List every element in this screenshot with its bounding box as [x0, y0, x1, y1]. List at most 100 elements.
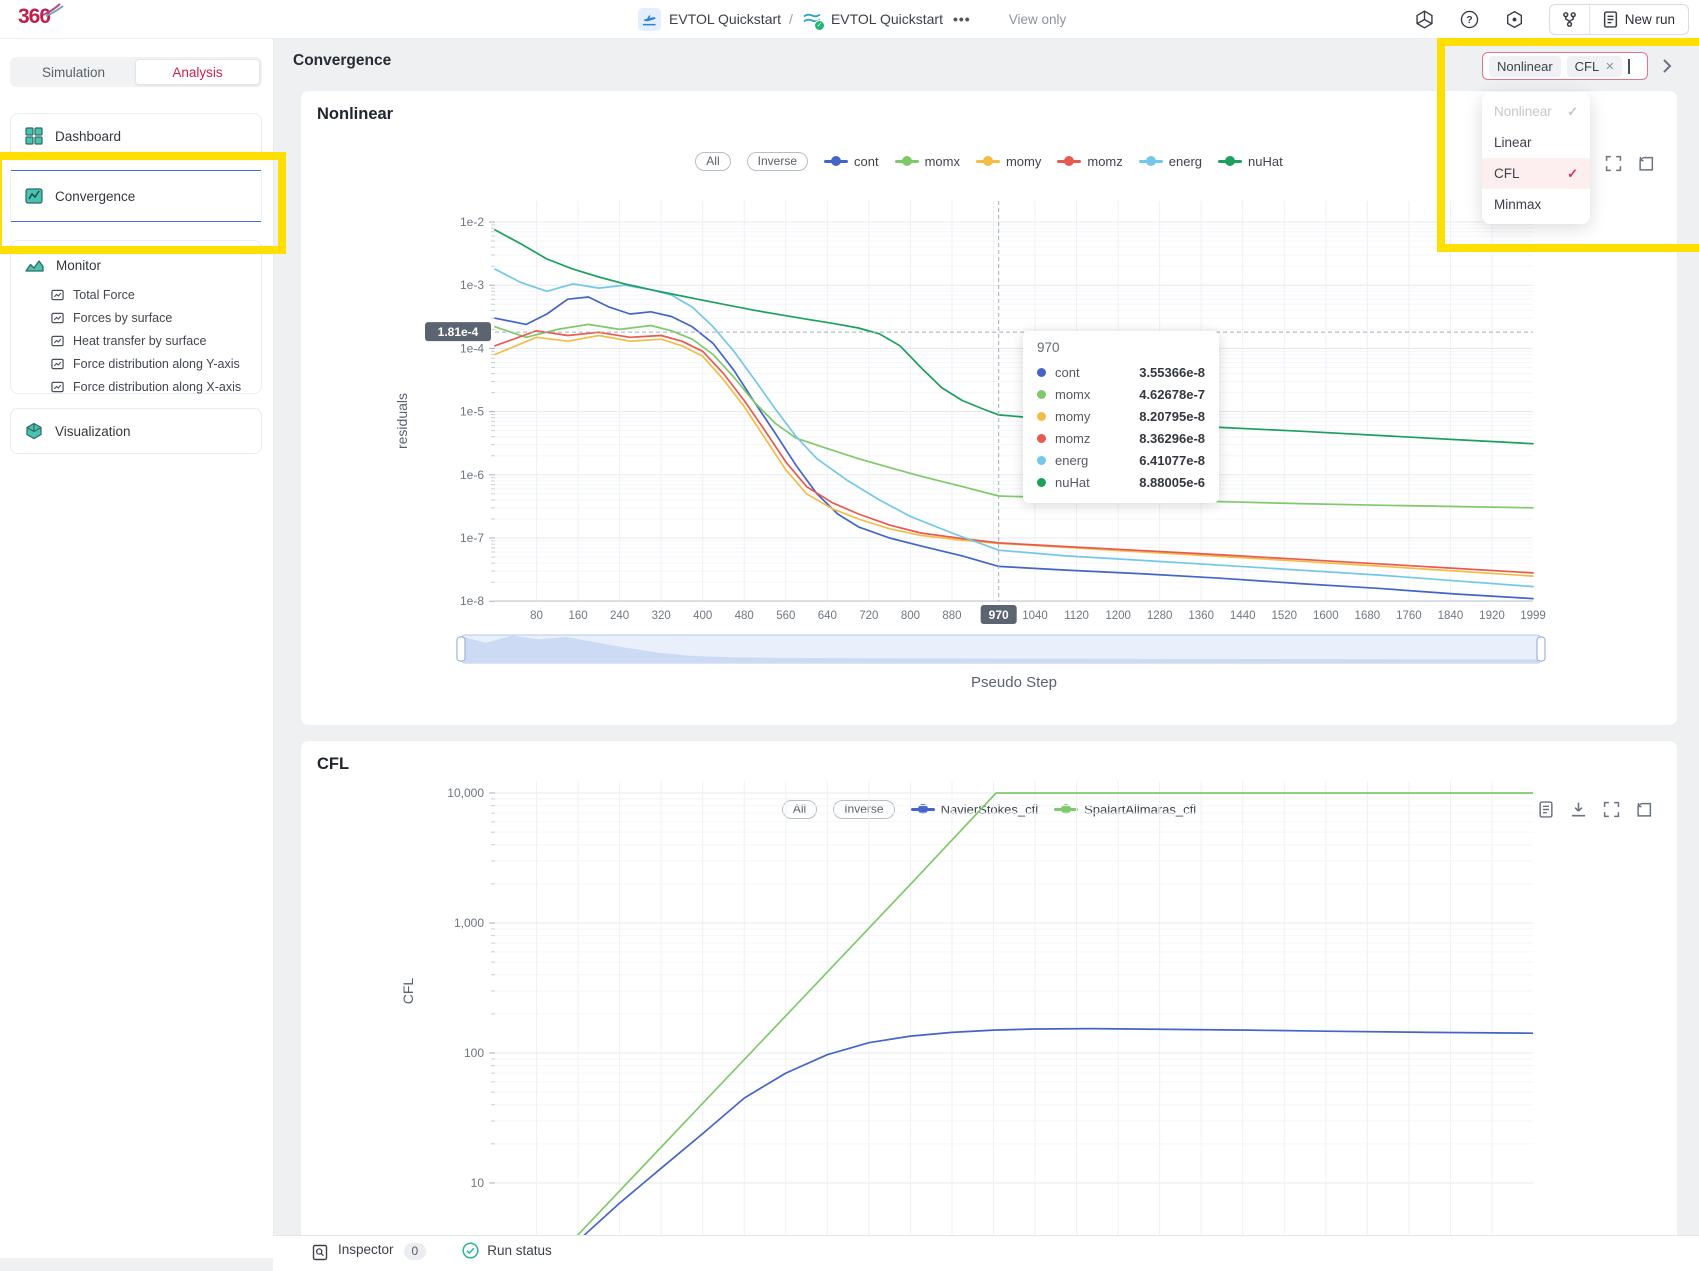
- series-dot-icon: [1037, 478, 1046, 487]
- breadcrumb: EVTOL Quickstart / ✓ EVTOL Quickstart ••…: [638, 0, 1066, 38]
- svg-text:1e-2: 1e-2: [460, 215, 484, 229]
- chart-type-tag[interactable]: CFL✕: [1567, 56, 1623, 77]
- tooltip-series-value: 4.62678e-7: [1139, 387, 1205, 402]
- series-dot-icon: [1037, 368, 1046, 377]
- svg-text:1360: 1360: [1188, 610, 1214, 622]
- menu-item-linear[interactable]: Linear: [1482, 127, 1590, 158]
- tooltip-series-value: 3.55366e-8: [1139, 365, 1205, 380]
- svg-text:CFL: CFL: [400, 978, 416, 1005]
- tooltip-series-value: 8.20795e-8: [1139, 409, 1205, 424]
- sidebar-item-label: Monitor: [56, 258, 101, 273]
- svg-text:1.81e-4: 1.81e-4: [438, 325, 479, 339]
- sidebar-item-monitor-sub[interactable]: Total Force: [11, 283, 261, 306]
- sidebar-item-monitor[interactable]: Monitor: [11, 241, 261, 283]
- tab-analysis[interactable]: Analysis: [135, 59, 260, 85]
- new-run-label: New run: [1625, 12, 1675, 27]
- sidebar-item-label: Visualization: [55, 424, 131, 439]
- remove-tag-icon[interactable]: ✕: [1605, 60, 1614, 73]
- dashboard-icon: [25, 127, 43, 145]
- breadcrumb-more-icon[interactable]: •••: [953, 11, 971, 27]
- new-run-button[interactable]: New run: [1590, 11, 1688, 28]
- sidebar-item-monitor-sub[interactable]: Force distribution along Y-axis: [11, 352, 261, 375]
- x-range-slider[interactable]: [457, 635, 1545, 663]
- settings-icon[interactable]: [1504, 9, 1525, 30]
- sidebar-card-visualization: Visualization: [10, 408, 262, 454]
- tooltip-series-name: momx: [1055, 387, 1090, 402]
- sidebar-item-label: Dashboard: [55, 129, 121, 144]
- sidebar-item-label: Convergence: [55, 189, 135, 204]
- svg-text:1e-8: 1e-8: [460, 594, 484, 608]
- series-dot-icon: [1037, 434, 1046, 443]
- run-status[interactable]: Run status: [462, 1242, 552, 1259]
- tooltip-series-name: momy: [1055, 409, 1090, 424]
- page-title: Convergence: [293, 52, 391, 70]
- svg-text:1840: 1840: [1438, 610, 1464, 622]
- svg-text:320: 320: [652, 610, 671, 622]
- svg-text:1520: 1520: [1271, 610, 1297, 622]
- series-dot-icon: [1037, 412, 1046, 421]
- run-waves-icon[interactable]: ✓: [801, 8, 823, 30]
- model-cube-icon[interactable]: [1414, 9, 1435, 30]
- svg-text:1440: 1440: [1230, 610, 1256, 622]
- sidebar-item-monitor-sub[interactable]: Force distribution along X-axis: [11, 375, 261, 398]
- sidebar-card-monitor: Monitor Total Force Forces by surface Heat…: [10, 240, 262, 394]
- sidebar-item-monitor-sub[interactable]: Heat transfer by surface: [11, 329, 261, 352]
- tooltip-series-value: 8.88005e-6: [1139, 475, 1205, 490]
- sidebar-item-label: Heat transfer by surface: [73, 334, 206, 348]
- sidebar-item-label: Forces by surface: [73, 311, 172, 325]
- document-icon: [1603, 11, 1618, 28]
- svg-text:10,000: 10,000: [447, 786, 484, 800]
- tooltip-series-name: nuHat: [1055, 475, 1090, 490]
- tooltip-row: cont3.55366e-8: [1037, 361, 1205, 383]
- svg-text:1e-6: 1e-6: [460, 468, 484, 482]
- svg-text:residuals: residuals: [394, 393, 410, 449]
- chart-type-tag[interactable]: Nonlinear: [1489, 56, 1561, 77]
- mini-chart-icon: [51, 289, 64, 301]
- sidebar-card-convergence: Convergence: [10, 170, 262, 222]
- svg-text:560: 560: [776, 610, 795, 622]
- tooltip-series-value: 6.41077e-8: [1139, 453, 1205, 468]
- menu-item-nonlinear[interactable]: Nonlinear✓: [1482, 96, 1590, 127]
- inspector-label[interactable]: Inspector: [338, 1242, 394, 1257]
- tag-label: Nonlinear: [1497, 59, 1553, 74]
- breadcrumb-run[interactable]: EVTOL Quickstart: [831, 11, 943, 27]
- monitor-icon: [25, 258, 44, 273]
- topbar-actions: ? New run: [1414, 0, 1689, 38]
- sidebar-card-dashboard: Dashboard: [10, 113, 262, 159]
- svg-text:1920: 1920: [1479, 610, 1505, 622]
- sidebar-item-label: Force distribution along Y-axis: [73, 357, 240, 371]
- text-cursor: [1628, 59, 1630, 74]
- svg-text:480: 480: [735, 610, 754, 622]
- slider-handle-right[interactable]: [1537, 637, 1545, 661]
- tab-simulation[interactable]: Simulation: [12, 59, 135, 85]
- sidebar-item-monitor-sub[interactable]: Forces by surface: [11, 306, 261, 329]
- svg-text:400: 400: [693, 610, 712, 622]
- svg-text:1e-5: 1e-5: [460, 405, 484, 419]
- slider-handle-left[interactable]: [457, 637, 465, 661]
- sidebar-item-visualization[interactable]: Visualization: [11, 409, 261, 453]
- fork-run-button[interactable]: [1550, 5, 1590, 34]
- nonlinear-chart[interactable]: 1e-21e-31e-41e-51e-61e-71e-8801602403204…: [301, 91, 1677, 725]
- project-plane-icon[interactable]: [638, 8, 661, 31]
- tooltip-row: nuHat 8.88005e-6: [1037, 471, 1205, 493]
- svg-text:240: 240: [610, 610, 629, 622]
- svg-text:1e-3: 1e-3: [460, 278, 484, 292]
- app-logo[interactable]: 360: [18, 5, 50, 29]
- collapse-panel-chevron-icon[interactable]: [1660, 57, 1674, 75]
- breadcrumb-project[interactable]: EVTOL Quickstart: [669, 11, 781, 27]
- check-icon: ✓: [1567, 104, 1578, 120]
- menu-item-label: Linear: [1494, 135, 1532, 150]
- cfl-chart[interactable]: 10,0001,00010010CFL: [301, 741, 1677, 1261]
- sidebar-item-dashboard[interactable]: Dashboard: [11, 114, 261, 158]
- svg-text:1e-4: 1e-4: [460, 341, 484, 355]
- sidebar-item-convergence[interactable]: Convergence: [11, 171, 261, 221]
- chart-type-select[interactable]: Nonlinear CFL✕: [1482, 52, 1648, 80]
- tooltip-series-name: momz: [1055, 431, 1090, 446]
- sidebar-mode-tabs: Simulation Analysis: [10, 57, 262, 87]
- check-icon: ✓: [1567, 166, 1578, 182]
- run-status-check-icon: [462, 1242, 479, 1259]
- help-icon[interactable]: ?: [1459, 9, 1480, 30]
- menu-item-minmax[interactable]: Minmax: [1482, 189, 1590, 220]
- svg-text:1760: 1760: [1396, 610, 1422, 622]
- menu-item-cfl[interactable]: CFL✓: [1482, 158, 1590, 189]
